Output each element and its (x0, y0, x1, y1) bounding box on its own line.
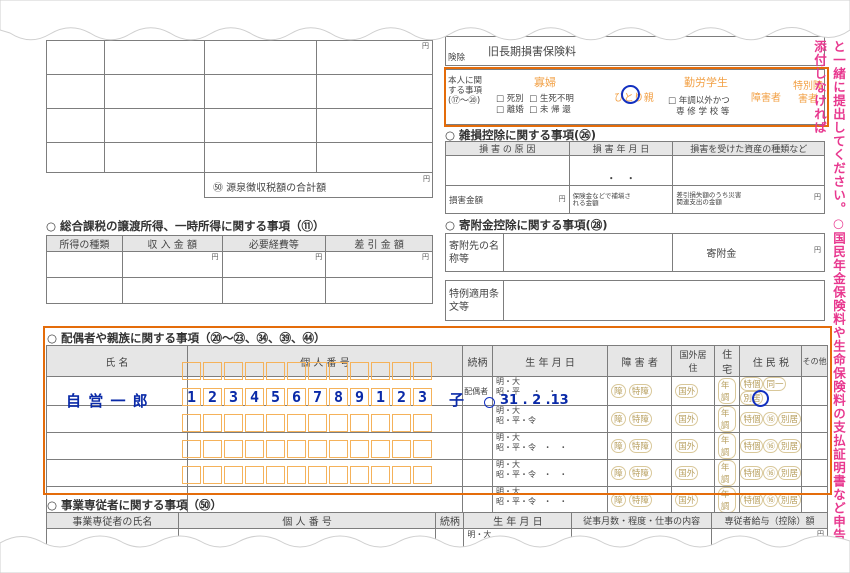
col-expenses: 必要経費等 (221, 235, 327, 252)
income-grid: 円 (46, 40, 433, 173)
tax-form-page: 円 ㊿ 源泉徴収税額の合計額 円 ○ 総合課税の譲渡所得、一時所得に関する事項（… (0, 0, 850, 573)
relative-number: 123456789123 (186, 388, 428, 406)
col-revenue: 収 入 金 額 (121, 235, 223, 252)
widow-options: □ 死別 □ 生死不明 □ 離婚 □ 未 帰 還 (496, 94, 574, 115)
relative-birthdate: 31 . 2 .13 (500, 393, 569, 408)
student-options: □ 年調以外かつ 専 修 学 校 等 (668, 96, 730, 117)
col-income-type: 所得の種類 (46, 235, 123, 252)
employees-section-title: ○ 事業専従者に関する事項（㊿） (47, 498, 223, 512)
single-parent-circle (621, 85, 640, 104)
number-boxes-row3 (182, 414, 434, 432)
spouse-table: 氏 名 個 人 番 号 続柄 生 年 月 日 障 害 者 国外居住 住宅 住 民… (46, 345, 828, 514)
disabled-label: 障害者 (751, 93, 781, 104)
insurance-label: 旧長期損害保険料 (488, 45, 576, 58)
casualty-table: 損 害 の 原 因 損 害 年 月 日 損害を受けた資産の種類など ・ ・ (445, 141, 825, 186)
insurance-side-label: 険除 (448, 53, 466, 63)
working-student-label: 勤労学生 (684, 76, 728, 89)
bottom-torn-edge (0, 535, 850, 573)
donation-title: ○ 寄附金控除に関する事項(㉘) (445, 218, 608, 232)
side-note: と一緒に提出してください。○国民年金保険料や生命保険料の支払証明書など申告書に添… (812, 40, 846, 569)
donation-table: 寄附先の名称等 寄附金円 (445, 233, 825, 272)
withholding-total-box: ㊿ 源泉徴収税額の合計額 円 (204, 172, 433, 198)
relative-relation: 子 (449, 391, 465, 409)
comprehensive-table: 所得の種類 収 入 金 額 必要経費等 差 引 金 額 円円円 (46, 235, 433, 304)
widow-label: 寡婦 (534, 76, 556, 89)
resident-tax-16-circle (752, 390, 769, 407)
era-heisei-circle (484, 397, 495, 408)
number-boxes-row1 (182, 362, 434, 380)
personal-label: 本人に関する事項 (⑰〜⑳) (448, 76, 483, 106)
col-net: 差 引 金 額 (325, 235, 433, 252)
withholding-total-label: ㊿ 源泉徴収税額の合計額 (213, 183, 327, 194)
top-torn-edge (0, 0, 850, 41)
casualty-amount-row: 損害金額円 保険金などで補塡される金額 差引損失額のうち災害関連支出の金額円 (445, 185, 825, 214)
spouse-section-title: ○ 配偶者や親族に関する事項（⑳〜㉓、㉞、㊴、㊹） (47, 331, 326, 345)
comprehensive-section-title: ○ 総合課税の譲渡所得、一時所得に関する事項（⑪） (46, 219, 325, 233)
relative-name: 自 営 一 郎 (66, 392, 149, 410)
number-boxes-row5 (182, 466, 434, 484)
special-clause-table: 特例適用条文等 (445, 280, 825, 321)
number-boxes-row4 (182, 440, 434, 458)
